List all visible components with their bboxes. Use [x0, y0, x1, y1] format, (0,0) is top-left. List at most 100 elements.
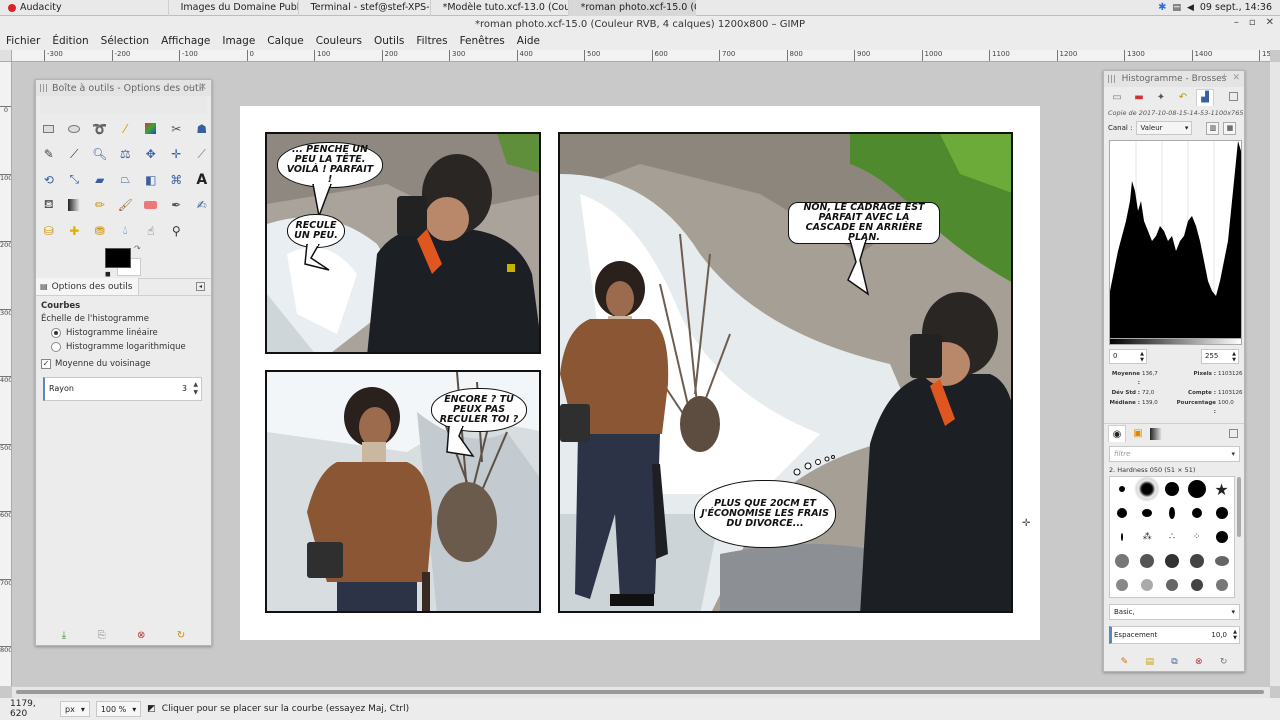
bucket-fill-tool[interactable]: ⛾	[36, 193, 62, 219]
range-min-value[interactable]: 0	[1113, 352, 1117, 360]
brush-item[interactable]	[1189, 554, 1204, 568]
range-min-spinbox[interactable]: 0 ▲ ▼	[1109, 349, 1147, 364]
checkbox[interactable]: ✓	[41, 358, 51, 369]
menu-aide[interactable]: Aide	[511, 35, 546, 47]
taskbar-app-firefox[interactable]: Images du Domaine Public -...	[167, 0, 298, 16]
brush-item[interactable]	[1117, 508, 1128, 518]
flip-tool[interactable]: ◧	[138, 167, 164, 193]
paintbrush-tool[interactable]: 🖌︎	[113, 193, 139, 219]
bluetooth-icon[interactable]: ✱	[1158, 2, 1166, 13]
configure-tab-icon[interactable]: ◂	[196, 281, 205, 291]
brush-item[interactable]	[1191, 508, 1202, 518]
taskbar-app-gimp-roman[interactable]: *roman photo.xcf-15.0 (Cou...	[567, 0, 696, 16]
new-brush-icon[interactable]: ▤	[1145, 657, 1154, 667]
eraser-tool[interactable]	[138, 193, 164, 219]
ink-tool[interactable]: ✍	[189, 193, 215, 219]
brush-item[interactable]	[1116, 579, 1129, 591]
wilber-drop-zone[interactable]	[40, 96, 207, 114]
blur-tool[interactable]: 💧︎	[113, 218, 139, 244]
edit-brush-icon[interactable]: ✎	[1121, 657, 1129, 667]
horizontal-ruler[interactable]: -300 -200 -100 0 100 200 300 400 500 600 700 800 900…	[12, 50, 1270, 62]
gradient-tool[interactable]	[62, 193, 88, 219]
duplicate-brush-icon[interactable]: ⧉	[1171, 657, 1177, 667]
radius-spinbox[interactable]: Rayon 3 ▲ ▼	[43, 376, 202, 401]
menu-image[interactable]: Image	[216, 35, 261, 47]
histogram-view[interactable]	[1109, 140, 1242, 339]
menu-couleurs[interactable]: Couleurs	[310, 35, 368, 47]
dodge-burn-tool[interactable]: ⚲	[164, 218, 190, 244]
brush-item[interactable]	[1215, 531, 1228, 543]
splatter-brush-icon[interactable]: ∴	[1169, 532, 1175, 542]
menu-calque[interactable]: Calque	[261, 35, 309, 47]
add-tab-icon[interactable]: +	[1220, 72, 1228, 82]
radio-button[interactable]	[51, 327, 61, 338]
unit-select[interactable]: px ▾	[60, 701, 90, 717]
vertical-scrollbar[interactable]	[1270, 62, 1280, 686]
radio-logarithmic[interactable]: Histogramme logarithmique	[51, 341, 206, 352]
maximize-icon[interactable]: ▫	[1249, 17, 1256, 28]
brush-item[interactable]	[1115, 554, 1130, 568]
heal-tool[interactable]: ✚	[62, 218, 88, 244]
ellipse-select-tool[interactable]	[62, 116, 88, 142]
taskbar-app-terminal[interactable]: Terminal - stef@stef-XPS-85...	[297, 0, 430, 16]
channel-select[interactable]: Valeur ▾	[1136, 121, 1193, 135]
delete-options-icon[interactable]: ⊗	[137, 630, 145, 641]
menu-selection[interactable]: Sélection	[95, 35, 155, 47]
brush-preset-select[interactable]: Basic, ▾	[1109, 604, 1240, 620]
clock[interactable]: 09 sept., 14:36	[1200, 2, 1272, 13]
spin-value[interactable]: 3	[182, 384, 187, 393]
taskbar-app-audacity[interactable]: Audacity	[0, 0, 70, 16]
zoom-tool[interactable]: 🔍︎	[87, 142, 113, 168]
histogram-tab-icon[interactable]: ▟	[1196, 88, 1214, 106]
horizontal-scrollbar[interactable]	[12, 686, 1270, 698]
gradients-tab-icon[interactable]	[1150, 427, 1162, 440]
brush-filter-select[interactable]: filtre ▾	[1109, 446, 1240, 462]
spin-arrows-icon[interactable]: ▲ ▼	[193, 381, 198, 397]
network-icon[interactable]: ▤	[1172, 3, 1181, 13]
rotate-tool[interactable]: ⟲	[36, 167, 62, 193]
align-tool[interactable]: ✛	[164, 142, 190, 168]
taskbar-app-gimp-modele[interactable]: *Modèle tuto.xcf-13.0 (Coul...	[429, 0, 568, 16]
paths-tab-icon[interactable]: ✦	[1152, 89, 1170, 106]
menu-filtres[interactable]: Filtres	[410, 35, 453, 47]
brush-item[interactable]	[1136, 478, 1159, 500]
brush-item[interactable]	[1187, 480, 1206, 498]
free-select-tool[interactable]: ➰	[87, 116, 113, 142]
spacing-value[interactable]: 10,0	[1211, 631, 1227, 639]
cage-tool[interactable]: ⌘	[164, 167, 190, 193]
spacing-slider[interactable]: Espacement 10,0 ▲ ▼	[1109, 626, 1240, 644]
smudge-tool[interactable]: ☝	[138, 218, 164, 244]
range-max-spinbox[interactable]: 255 ▲ ▼	[1201, 349, 1239, 364]
restore-options-icon[interactable]: ⎘	[98, 630, 106, 641]
radio-linear[interactable]: Histogramme linéaire	[51, 327, 206, 338]
menu-edition[interactable]: Édition	[46, 35, 94, 47]
brush-item[interactable]	[1165, 579, 1178, 591]
paths-tool[interactable]: ✎	[36, 142, 62, 168]
foreground-select-tool[interactable]: ☗	[189, 116, 215, 142]
channels-tab-icon[interactable]: ▬	[1130, 89, 1148, 106]
clone-tool[interactable]: ⛁	[36, 218, 62, 244]
star-brush-icon[interactable]: ★	[1214, 480, 1228, 499]
brush-item[interactable]	[1164, 554, 1179, 568]
patterns-tab-icon[interactable]: ▣	[1129, 425, 1147, 442]
pencil-tool[interactable]: ✏	[87, 193, 113, 219]
brush-item[interactable]	[1142, 509, 1153, 517]
save-options-icon[interactable]: ⤓	[62, 630, 66, 641]
brush-item[interactable]	[1215, 507, 1228, 519]
linear-histogram-icon[interactable]: ▥	[1206, 121, 1220, 135]
refresh-brushes-icon[interactable]: ↻	[1220, 657, 1228, 667]
foreground-color-swatch[interactable]	[105, 247, 131, 268]
swap-colors-icon[interactable]: ↷	[134, 244, 141, 253]
log-histogram-icon[interactable]: ▦	[1223, 121, 1237, 135]
ruler-corner[interactable]	[0, 50, 12, 62]
menu-fenetres[interactable]: Fenêtres	[454, 35, 511, 47]
rect-select-tool[interactable]	[36, 116, 62, 142]
airbrush-tool[interactable]: ✒	[164, 193, 190, 219]
brush-item[interactable]	[1190, 579, 1203, 591]
brush-item[interactable]	[1214, 556, 1229, 566]
minimize-icon[interactable]: –	[1234, 17, 1239, 28]
splatter-brush-icon[interactable]: ⁘	[1193, 532, 1201, 542]
close-icon[interactable]: ✕	[1232, 73, 1240, 83]
checkbox-neighborhood-average[interactable]: ✓ Moyenne du voisinage	[41, 358, 206, 369]
spin-arrows-icon[interactable]: ▲ ▼	[1233, 629, 1237, 641]
